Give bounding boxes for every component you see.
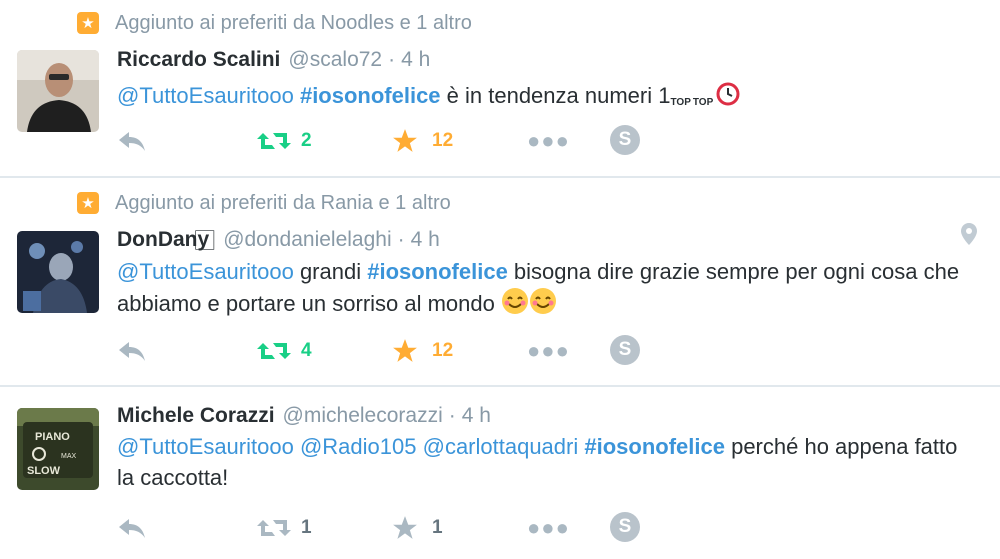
timestamp[interactable]: 4 h: [462, 404, 491, 428]
star-icon: [393, 129, 417, 152]
avatar[interactable]: PIANO MAX SLOW: [17, 408, 99, 490]
favorited-context: ★ Aggiunto ai preferiti da Noodles e 1 a…: [77, 11, 472, 35]
svg-text:SLOW: SLOW: [27, 465, 61, 477]
s-button[interactable]: S: [610, 512, 640, 542]
tweet-text: @TuttoEsauritooo grandi #iosonofelice bi…: [117, 256, 967, 323]
tweet-text: @TuttoEsauritooo #iosonofelice è in tend…: [117, 76, 967, 118]
context-text: Aggiunto ai preferiti da Noodles e 1 alt…: [115, 11, 472, 34]
retweet-button[interactable]: 4: [257, 334, 312, 368]
retweet-count: 2: [301, 130, 312, 151]
favorite-count: 12: [432, 340, 454, 361]
tweet-header: Riccardo Scalini @scalo72 · 4 h: [117, 46, 430, 74]
top-arrow-emoji: TOP: [670, 97, 691, 108]
more-dots-icon[interactable]: ●●●: [527, 124, 570, 158]
tweet-3[interactable]: PIANO MAX SLOW Michele Corazzi @michelec…: [0, 387, 1000, 559]
favorite-button[interactable]: 12: [392, 124, 453, 158]
favorited-context: ★ Aggiunto ai preferiti da Rania e 1 alt…: [77, 191, 451, 215]
retweet-icon: [257, 343, 291, 359]
star-icon: ★: [77, 192, 99, 214]
mention-link[interactable]: @TuttoEsauritooo: [117, 259, 294, 284]
star-icon: ★: [77, 12, 99, 34]
reply-icon[interactable]: [117, 334, 147, 368]
svg-text:PIANO: PIANO: [35, 431, 70, 443]
username[interactable]: @michelecorazzi: [283, 404, 443, 428]
smiling-face-emoji: [529, 287, 557, 323]
timestamp[interactable]: 4 h: [411, 228, 440, 252]
username[interactable]: @scalo72: [288, 48, 382, 72]
smiling-face-emoji: [501, 287, 529, 323]
reply-icon[interactable]: [117, 511, 147, 545]
star-icon: [393, 339, 417, 362]
context-text: Aggiunto ai preferiti da Rania e 1 altro: [115, 191, 451, 214]
display-name[interactable]: Michele Corazzi: [117, 404, 275, 428]
retweet-count: 4: [301, 340, 312, 361]
timestamp[interactable]: 4 h: [401, 48, 430, 72]
s-button[interactable]: S: [610, 125, 640, 155]
separator-dot: ·: [448, 404, 456, 427]
avatar[interactable]: [17, 50, 99, 132]
retweet-count: 1: [301, 517, 312, 538]
tweet-actions: 1 1 ●●● S: [117, 511, 677, 545]
alarm-clock-emoji: [715, 80, 741, 114]
hashtag-link[interactable]: #iosonofelice: [300, 83, 441, 108]
retweet-button[interactable]: 1: [257, 511, 312, 545]
retweet-icon: [257, 133, 291, 149]
mention-link[interactable]: @TuttoEsauritooo: [117, 83, 294, 108]
retweet-icon: [257, 520, 291, 536]
tweet-text: @TuttoEsauritooo @Radio105 @carlottaquad…: [117, 434, 958, 490]
tweet-1[interactable]: ★ Aggiunto ai preferiti da Noodles e 1 a…: [0, 0, 1000, 178]
mention-link[interactable]: @carlottaquadri: [423, 434, 579, 459]
separator-dot: ·: [397, 228, 405, 251]
location-pin-icon[interactable]: [960, 222, 978, 251]
tweet-header: Michele Corazzi @michelecorazzi · 4 h: [117, 402, 491, 430]
tweet-actions: 2 12 ●●● S: [117, 124, 677, 158]
tweet-2[interactable]: ★ Aggiunto ai preferiti da Rania e 1 alt…: [0, 176, 1000, 387]
more-dots-icon[interactable]: ●●●: [527, 334, 570, 368]
mention-link[interactable]: @TuttoEsauritooo: [117, 434, 294, 459]
more-dots-icon[interactable]: ●●●: [527, 511, 570, 545]
display-name[interactable]: DonDany: [117, 228, 209, 252]
tweet-actions: 4 12 ●●● S: [117, 334, 677, 368]
hashtag-link[interactable]: #iosonofelice: [367, 259, 508, 284]
svg-text:MAX: MAX: [61, 453, 77, 460]
retweet-button[interactable]: 2: [257, 124, 312, 158]
tweet-header: DonDany ⃞ @dondanielelaghi · 4 h: [117, 226, 440, 254]
favorite-button[interactable]: 1: [392, 511, 443, 545]
s-button[interactable]: S: [610, 335, 640, 365]
favorite-count: 1: [432, 517, 443, 538]
display-name[interactable]: Riccardo Scalini: [117, 48, 280, 72]
top-arrow-emoji: TOP: [692, 97, 714, 108]
favorite-count: 12: [432, 130, 454, 151]
hashtag-link[interactable]: #iosonofelice: [584, 434, 725, 459]
separator-dot: ·: [388, 48, 396, 71]
username[interactable]: @dondanielelaghi: [223, 228, 391, 252]
favorite-button[interactable]: 12: [392, 334, 453, 368]
mention-link[interactable]: @Radio105: [300, 434, 417, 459]
star-icon: [393, 516, 417, 539]
avatar[interactable]: [17, 231, 99, 313]
reply-icon[interactable]: [117, 124, 147, 158]
